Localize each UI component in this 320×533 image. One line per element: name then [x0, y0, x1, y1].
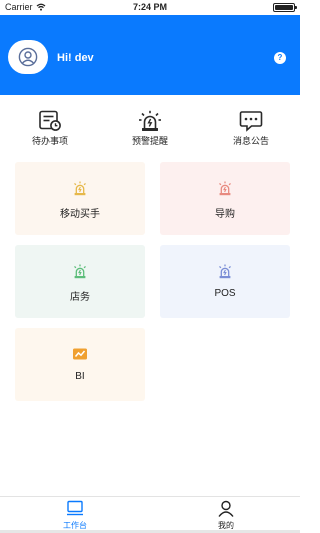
question-icon[interactable]: ? [274, 52, 286, 64]
module-label: 移动买手 [60, 209, 100, 220]
alarm-light-icon [15, 181, 145, 196]
quick-action-label: 预警提醒 [131, 136, 168, 146]
battery-icon [273, 3, 297, 12]
module-card-store-affairs[interactable]: 店务 [15, 245, 145, 318]
module-card-bi[interactable]: BI [15, 328, 145, 401]
alarm-light-icon [160, 181, 290, 196]
quick-action-messages[interactable]: 消息公告 [221, 110, 281, 147]
quick-action-todo[interactable]: 待办事项 [20, 110, 80, 147]
module-card-mobile-buyer[interactable]: 移动买手 [15, 162, 145, 235]
user-avatar-icon[interactable] [8, 40, 48, 74]
tab-bar: 工作台 我的 [0, 496, 300, 533]
module-label: 导购 [215, 209, 235, 220]
status-time: 7:24 PM [132, 2, 167, 12]
person-icon [191, 500, 261, 517]
battery-level [275, 5, 293, 10]
module-label: 店务 [70, 292, 90, 303]
alarm-light-icon [15, 264, 145, 279]
quick-action-alert[interactable]: 预警提醒 [120, 110, 180, 147]
quick-action-label: 消息公告 [232, 136, 269, 146]
module-label: BI [75, 371, 85, 382]
message-icon [221, 110, 281, 132]
module-card-pos[interactable]: POS [160, 245, 290, 318]
quick-action-label: 待办事项 [31, 136, 68, 146]
alarm-light-icon [120, 110, 180, 132]
profile-header: Hi! dev ? [0, 15, 300, 95]
monitor-icon [40, 500, 110, 517]
alarm-light-icon [160, 264, 290, 279]
chart-icon [15, 347, 145, 362]
tab-mine[interactable]: 我的 [191, 500, 261, 531]
username: Hi! dev [57, 52, 94, 64]
module-label: POS [214, 288, 236, 299]
status-bar: Carrier 7:24 PM [0, 0, 300, 15]
todo-list-icon [20, 110, 80, 132]
tab-workbench[interactable]: 工作台 [40, 500, 110, 531]
module-card-shopping-guide[interactable]: 导购 [160, 162, 290, 235]
